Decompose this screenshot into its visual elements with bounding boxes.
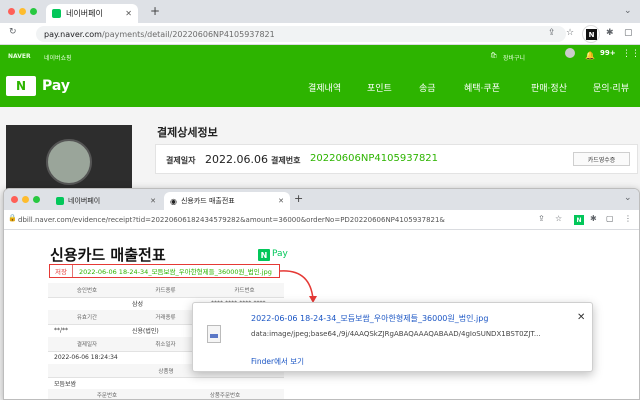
close-icon[interactable]: ✕ [577,312,585,323]
download-data-url: data:image/jpeg;base64,/9j/4AAQSkZJRgABA… [251,330,541,338]
order-no-label: 주문번호 [48,389,166,399]
tab-strip: 네이버페이 ✕ + ⌄ [0,0,640,23]
minimize-window-dot[interactable] [19,8,26,15]
show-in-finder-link[interactable]: Finder에서 보기 [251,356,304,367]
puzzle-icon[interactable]: ✱ [606,28,614,38]
more-icon[interactable]: ⋮ [624,214,632,223]
menu-transfer[interactable]: 송금 [419,81,436,94]
naverpay-header [0,45,640,107]
menu-benefits[interactable]: 혜택·쿠폰 [464,81,500,94]
share-icon[interactable]: ⇪ [538,214,545,223]
zoom-window-dot-2[interactable] [33,196,40,203]
save-filename: 2022-06-06 18-24-34_모듬보쌈_우아한형제들_36000원_법… [78,268,272,276]
zoom-window-dot[interactable] [30,8,37,15]
screen: 네이버페이 ✕ + ⌄ ↻ pay.naver.com/payments/det… [0,0,640,400]
tab-title: 네이버페이 [68,197,101,205]
close-tab-icon[interactable]: ✕ [278,197,284,205]
pay-date-value: 2022.06.06 [205,153,268,166]
share-icon[interactable]: ⇪ [548,28,556,38]
puzzle-icon[interactable]: ✱ [590,214,597,223]
product-thumbnail [6,125,132,195]
pay-date-label: 결제일자 [166,156,196,165]
naver-favicon-icon [52,9,61,18]
bell-icon[interactable]: 🔔 [585,51,595,60]
naver-link[interactable]: NAVER [8,53,31,60]
profile-initial: N [586,29,597,40]
receipt-title: 신용카드 매출전표 [50,246,166,264]
menu-payments[interactable]: 결제내역 [308,81,341,94]
red-arrow-icon [280,270,317,303]
close-tab-icon[interactable]: ✕ [125,9,132,18]
tab-naverpay-2[interactable]: 네이버페이 ✕ [50,192,162,210]
tab-title: 신용카드 매출전표 [180,197,235,205]
pay-date-value: 2022-06-06 18:24:34 [54,354,118,361]
naver-favicon-icon [56,197,64,205]
notif-count: 99+ [600,49,616,57]
star-icon[interactable]: ☆ [566,28,574,38]
sidepanel-icon[interactable]: ▢ [624,28,633,38]
cart-link[interactable]: 장바구니 [503,53,525,62]
address-bar-2[interactable]: dbill.naver.com/evidence/receipt?tid=202… [18,213,553,227]
lock-icon[interactable]: 🔒 [8,214,17,222]
page-title: 결제상세정보 [157,126,218,139]
save-bar: 저장 2022-06-06 18-24-34_모듬보쌈_우아한형제들_36000… [49,264,280,278]
toolbar-2: 🔒 dbill.naver.com/evidence/receipt?tid=2… [4,210,639,230]
tab-naverpay[interactable]: 네이버페이 ✕ [46,4,138,23]
cart-icon[interactable]: 🛍 [490,52,498,59]
pay-number-value: 20220606NP4105937821 [310,153,439,164]
close-window-dot[interactable] [8,8,15,15]
naverpay-logo[interactable]: N [6,76,36,96]
file-icon-band [210,334,218,338]
tab-receipt[interactable]: ◉ 신용카드 매출전표 ✕ [164,192,290,210]
product-order-no-label: 상품주문번호 [166,389,284,399]
avatar[interactable] [565,48,575,58]
download-filename-link[interactable]: 2022-06-06 18-24-34_모듬보쌈_우아한형제들_36000원_법… [251,313,488,324]
sidepanel-icon[interactable]: ▢ [606,214,614,223]
approval-no-label: 승인번호 [48,283,126,297]
close-tab-icon[interactable]: ✕ [150,197,156,205]
url-host: pay.naver.com [44,29,102,39]
card-number-label: 카드번호 [205,283,284,297]
new-tab-icon[interactable]: + [294,192,303,205]
grid-menu-icon[interactable]: ⋮⋮ [622,49,640,59]
chevron-down-icon[interactable]: ⌄ [624,6,632,16]
pay-number-label: 결제번호 [271,156,301,165]
tab-strip-2: 네이버페이 ✕ ◉ 신용카드 매출전표 ✕ + ⌄ [4,189,639,210]
new-tab-icon[interactable]: + [150,4,160,18]
download-popup: 2022-06-06 18-24-34_모듬보쌈_우아한형제들_36000원_법… [192,302,593,372]
star-icon[interactable]: ☆ [555,214,562,223]
naver-extension-icon[interactable]: N [574,215,584,225]
receipt-logo-text: Pay [272,249,288,259]
naverpay-logo-text[interactable]: Pay [42,78,70,94]
address-bar[interactable]: pay.naver.com/payments/detail/20220606NP… [36,26,566,42]
minimize-window-dot-2[interactable] [22,196,29,203]
tab-title: 네이버페이 [66,9,103,18]
pay-date-label: 결제일자 [48,337,126,351]
thumbnail-circle [46,139,92,185]
close-window-dot-2[interactable] [11,196,18,203]
menu-inquiries[interactable]: 문의·리뷰 [593,81,629,94]
chevron-down-icon[interactable]: ⌄ [624,193,632,203]
expiry-value: **/** [54,327,69,334]
receipt-logo: N [258,249,270,261]
save-button[interactable]: 저장 [50,265,73,277]
menu-sales[interactable]: 판매·정산 [531,81,567,94]
url-path: /payments/detail/20220606NP4105937821 [101,29,275,39]
toolbar: ↻ pay.naver.com/payments/detail/20220606… [0,23,640,45]
image-file-icon [207,325,221,343]
product-name-value: 모듬보쌈 [54,380,77,388]
card-type-label: 카드종류 [126,283,205,297]
globe-icon: ◉ [170,196,177,206]
menu-points[interactable]: 포인트 [367,81,392,94]
naver-shopping-link[interactable]: 네이버쇼핑 [44,53,72,62]
card-receipt-button[interactable]: 카드영수증 [573,152,630,166]
extension-n-button[interactable]: N [582,25,600,43]
expiry-label: 유효기간 [48,310,126,324]
reload-icon[interactable]: ↻ [9,27,17,37]
